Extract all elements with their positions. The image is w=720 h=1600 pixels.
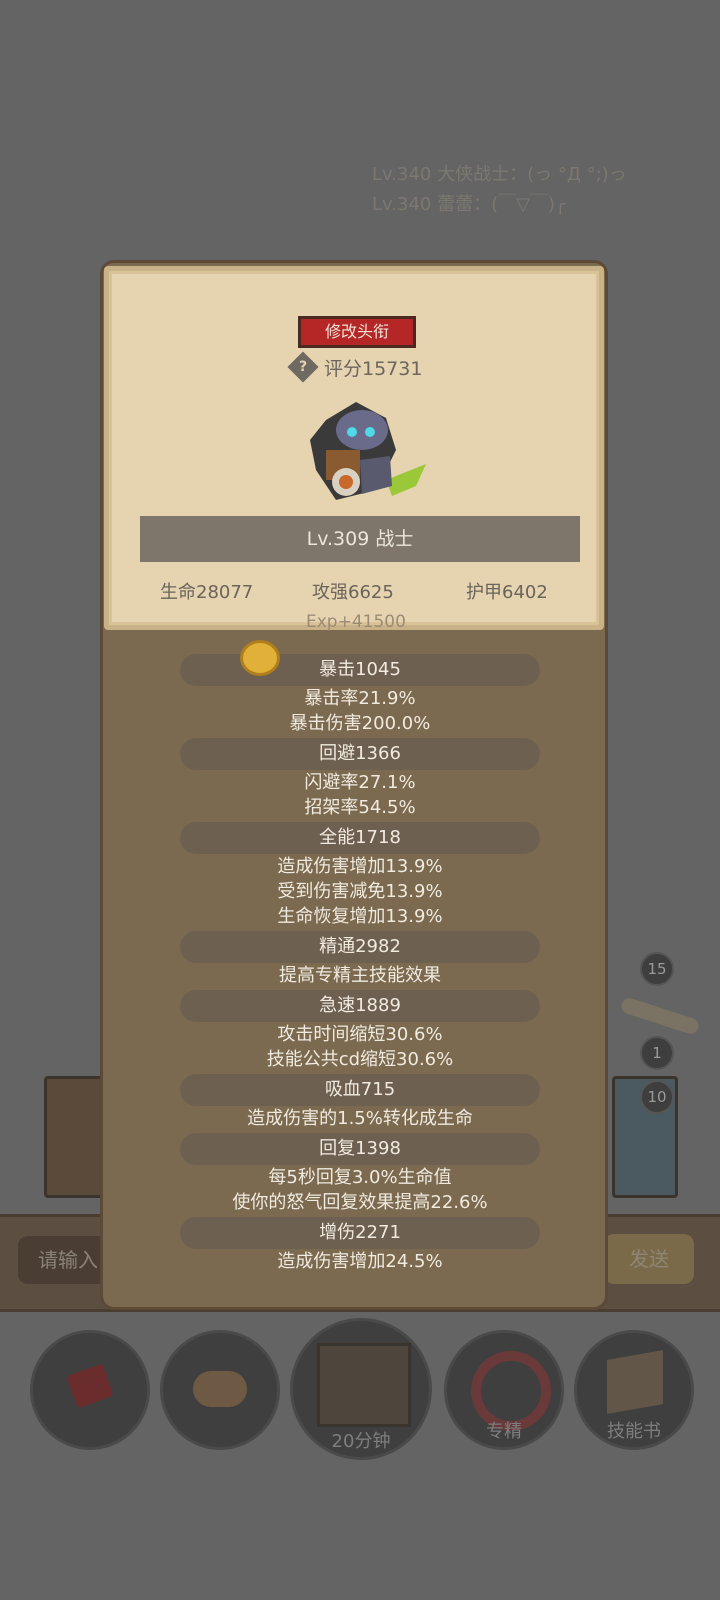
- chest-button[interactable]: 20分钟: [290, 1318, 432, 1460]
- count-badge: 15: [640, 952, 674, 986]
- help-icon[interactable]: ?: [287, 351, 319, 383]
- stat-detail: 生命恢复增加13.9%: [277, 906, 443, 927]
- score-label: 评分15731: [324, 357, 423, 380]
- exp-gain-label: Exp+41500: [306, 612, 406, 632]
- stat-header: 精通2982: [180, 931, 540, 963]
- stat-detail: 每5秒回复3.0%生命值: [268, 1167, 452, 1188]
- chat-line: Lv.340 大侠战士：(っ °Д °;)っ: [372, 164, 627, 185]
- stat-header: 吸血715: [180, 1074, 540, 1106]
- chest-timer-label: 20分钟: [331, 1431, 391, 1452]
- chest-icon: [317, 1343, 411, 1427]
- score-row: ? 评分15731: [287, 351, 423, 383]
- stat-detail: 使你的怒气回复效果提高22.6%: [232, 1192, 488, 1213]
- count-badge: 10: [640, 1080, 674, 1114]
- armor-stat: 护甲6402: [466, 582, 548, 603]
- specialization-label: 专精: [486, 1421, 522, 1442]
- stat-detail: 提高专精主技能效果: [279, 965, 441, 986]
- stat-detail: 造成伤害增加13.9%: [277, 856, 443, 877]
- stat-header: 全能1718: [180, 822, 540, 854]
- stat-header: 回避1366: [180, 738, 540, 770]
- stat-header: 暴击1045: [180, 654, 540, 686]
- stat-detail: 造成伤害的1.5%转化成生命: [247, 1108, 473, 1129]
- warrior-avatar: [310, 402, 426, 500]
- stat-detail: 受到伤害减免13.9%: [277, 881, 443, 902]
- level-class-bar: Lv.309 战士: [140, 516, 580, 562]
- stat-detail: 暴击伤害200.0%: [289, 713, 431, 734]
- attack-stat: 攻强6625: [312, 582, 394, 603]
- stat-header: 回复1398: [180, 1133, 540, 1165]
- count-badge: 1: [640, 1036, 674, 1070]
- stat-detail: 暴击率21.9%: [304, 688, 416, 709]
- skill-book-label: 技能书: [607, 1421, 661, 1442]
- gold-coin-icon: [240, 640, 280, 676]
- stat-detail: 技能公共cd缩短30.6%: [266, 1049, 454, 1070]
- stat-detail: 闪避率27.1%: [304, 772, 416, 793]
- chat-log: Lv.340 大侠战士：(っ °Д °;)っ Lv.340 蕾蕾：(￣▽￣)╭: [372, 160, 627, 220]
- stat-detail: 攻击时间缩短30.6%: [277, 1024, 443, 1045]
- potion-button[interactable]: [30, 1330, 150, 1450]
- skill-book-button[interactable]: 技能书: [574, 1330, 694, 1450]
- bread-button[interactable]: [160, 1330, 280, 1450]
- stat-detail: 造成伤害增加24.5%: [277, 1251, 443, 1272]
- bread-icon: [193, 1371, 247, 1407]
- potion-icon: [66, 1363, 114, 1409]
- send-button[interactable]: 发送: [604, 1234, 694, 1284]
- skill-book-icon: [607, 1350, 663, 1414]
- stat-header: 急速1889: [180, 990, 540, 1022]
- specialization-button[interactable]: 专精: [444, 1330, 564, 1450]
- chat-line: Lv.340 蕾蕾：(￣▽￣)╭: [372, 194, 566, 215]
- edit-title-button[interactable]: 修改头衔: [298, 316, 416, 348]
- stat-detail: 招架率54.5%: [304, 797, 416, 818]
- sword-icon: [619, 996, 701, 1036]
- hp-stat: 生命28077: [160, 582, 254, 603]
- stat-list: 暴击1045 暴击率21.9% 暴击伤害200.0% 回避1366 闪避率27.…: [180, 652, 540, 1274]
- stat-header: 增伤2271: [180, 1217, 540, 1249]
